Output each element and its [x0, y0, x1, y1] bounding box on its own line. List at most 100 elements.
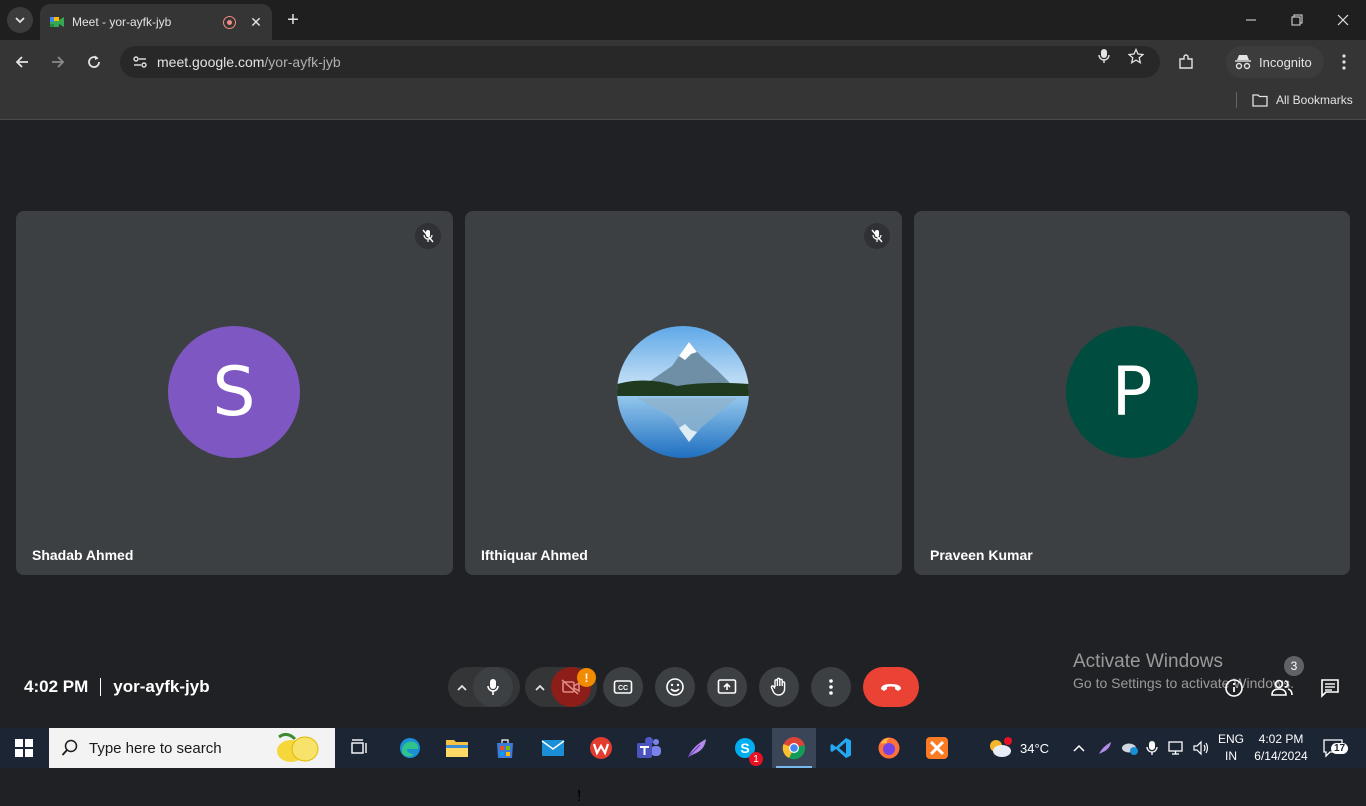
address-bar[interactable]: meet.google.com/yor-ayfk-jyb	[120, 46, 1160, 78]
incognito-badge[interactable]: Incognito	[1226, 46, 1324, 78]
wps-office-icon	[590, 737, 612, 759]
teams-icon	[637, 737, 661, 758]
taskbar-time: 4:02 PM	[1258, 732, 1304, 746]
site-settings-icon[interactable]	[130, 52, 150, 72]
end-call-icon	[881, 684, 901, 691]
restore-button[interactable]	[1274, 0, 1320, 40]
folder-icon	[1252, 94, 1268, 107]
close-window-button[interactable]	[1320, 0, 1366, 40]
tab-close-icon[interactable]: ✕	[248, 14, 264, 30]
meet-stage: S Shadab Ahmed Ifthiquar Ahmed P Praveen…	[0, 121, 1366, 805]
tab-title: Meet - yor-ayfk-jyb	[72, 15, 172, 29]
participant-tile-praveen[interactable]: P Praveen Kumar	[914, 211, 1350, 575]
taskbar-skype[interactable]: S 1	[729, 732, 763, 766]
participant-tile-shadab[interactable]: S Shadab Ahmed	[16, 211, 453, 575]
participant-avatar: S	[168, 326, 300, 458]
taskbar-clock[interactable]: 4:02 PM 6/14/2024	[1252, 731, 1310, 765]
incognito-label: Incognito	[1259, 54, 1312, 70]
more-options-button[interactable]	[811, 667, 851, 707]
meeting-time: 4:02 PM	[24, 677, 89, 696]
browser-menu-icon[interactable]	[1334, 52, 1354, 72]
bookmarks-divider	[1236, 92, 1237, 108]
tray-microphone-icon[interactable]	[1146, 728, 1158, 768]
chevron-up-icon	[457, 684, 467, 691]
volume-icon[interactable]	[1192, 728, 1210, 768]
url-text: meet.google.com/yor-ayfk-jyb	[157, 54, 341, 70]
taskbar-chrome[interactable]	[772, 728, 816, 768]
taskbar-firefox[interactable]	[873, 732, 905, 764]
forward-button[interactable]	[44, 48, 72, 76]
network-icon[interactable]	[1168, 728, 1186, 768]
taskbar-store[interactable]	[489, 732, 521, 764]
activate-windows-subtitle: Go to Settings to activate Windows.	[1073, 675, 1294, 691]
activate-windows-watermark: Activate Windows Go to Settings to activ…	[1073, 651, 1294, 691]
audio-options-button[interactable]	[450, 667, 474, 707]
task-view-button[interactable]	[344, 732, 376, 764]
input-language-indicator[interactable]: ENG IN	[1217, 731, 1245, 765]
recording-indicator-icon	[223, 15, 236, 29]
new-tab-button[interactable]: +	[282, 9, 304, 31]
tab-strip: Meet - yor-ayfk-jyb ✕ +	[0, 0, 1366, 40]
tray-feather-icon[interactable]	[1097, 728, 1113, 768]
reload-button[interactable]	[80, 48, 108, 76]
video-options-button[interactable]	[528, 667, 552, 707]
taskbar-search-placeholder: Type here to search	[89, 739, 222, 757]
onedrive-sync-icon[interactable]	[1120, 728, 1140, 768]
tab-search-button[interactable]	[7, 7, 33, 33]
taskbar-teams[interactable]	[633, 732, 665, 764]
meeting-info: 4:02 PM yor-ayfk-jyb	[24, 677, 210, 697]
chrome-icon	[782, 737, 805, 760]
chat-button[interactable]	[1317, 675, 1343, 701]
taskbar-edge[interactable]	[394, 732, 426, 764]
microphone-button[interactable]	[473, 667, 513, 707]
vscode-icon	[830, 738, 851, 758]
minimize-button[interactable]	[1228, 0, 1274, 40]
present-button[interactable]	[707, 667, 747, 707]
weather-widget[interactable]: 34°C	[986, 728, 1049, 768]
show-hidden-icons-button[interactable]	[1072, 728, 1086, 768]
start-button[interactable]	[0, 728, 48, 768]
taskbar-search-box[interactable]: Type here to search	[49, 728, 335, 768]
taskbar-xampp[interactable]	[921, 732, 953, 764]
mail-icon	[541, 740, 565, 756]
google-meet-icon	[50, 15, 64, 29]
participant-tile-ifthiquar[interactable]: Ifthiquar Ahmed	[465, 211, 902, 575]
mountain-lake-photo	[617, 326, 749, 458]
reactions-button[interactable]	[655, 667, 695, 707]
taskbar-file-explorer[interactable]	[441, 732, 473, 764]
task-view-icon	[351, 739, 367, 754]
mic-in-use-icon[interactable]	[1094, 46, 1114, 66]
edge-icon	[400, 738, 420, 758]
people-button[interactable]	[1269, 675, 1295, 701]
camera-alert-badge: !	[577, 788, 582, 805]
weather-partly-cloudy-icon	[990, 737, 1012, 757]
taskbar-mail[interactable]	[537, 732, 569, 764]
search-icon	[61, 739, 78, 756]
chevron-up-icon	[1073, 744, 1085, 752]
bookmark-star-icon[interactable]	[1126, 46, 1146, 66]
back-button[interactable]	[8, 48, 36, 76]
language-code: ENG	[1217, 732, 1244, 746]
taskbar-vscode[interactable]	[825, 732, 857, 764]
taskbar-wps[interactable]	[585, 732, 617, 764]
raise-hand-button[interactable]	[759, 667, 799, 707]
leave-call-button[interactable]	[863, 667, 919, 707]
participant-avatar-photo	[617, 326, 749, 458]
notification-count-badge: 17	[1331, 743, 1349, 754]
hand-icon	[770, 677, 786, 696]
lemon-search-highlight-icon	[277, 732, 319, 762]
restore-icon	[1291, 14, 1303, 26]
firefox-icon	[878, 737, 900, 759]
browser-tab-meet[interactable]: Meet - yor-ayfk-jyb ✕	[40, 4, 272, 40]
url-host: meet.google.com	[157, 54, 265, 70]
captions-button[interactable]: CC	[603, 667, 643, 707]
present-screen-icon	[717, 679, 737, 694]
camera-warning-badge: !	[577, 668, 596, 687]
taskbar-feather-app[interactable]	[681, 732, 713, 764]
notification-center-button[interactable]: 17	[1322, 728, 1349, 768]
language-region: IN	[1225, 749, 1237, 763]
all-bookmarks-button[interactable]: All Bookmarks	[1252, 90, 1353, 110]
activate-windows-title: Activate Windows	[1073, 651, 1223, 672]
extensions-icon[interactable]	[1176, 52, 1196, 72]
meeting-details-button[interactable]	[1221, 675, 1247, 701]
